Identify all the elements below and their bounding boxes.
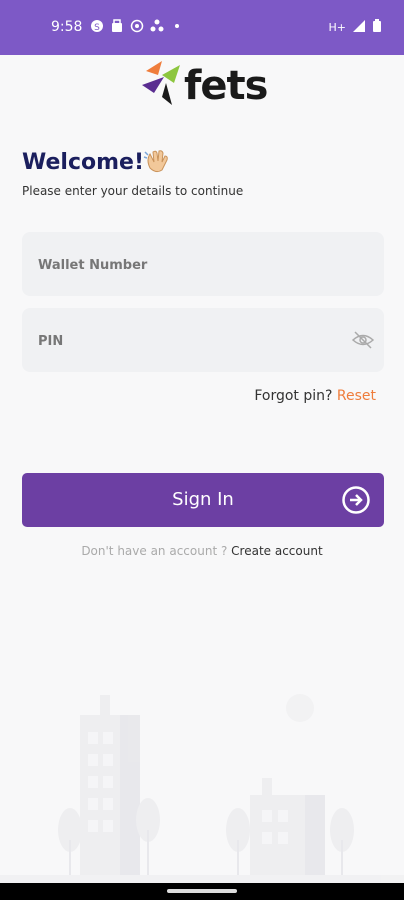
system-navigation-bar [0,883,404,900]
forgot-pin-row: Forgot pin? Reset [254,388,376,404]
signal-icon [352,19,366,36]
dot-icon [170,19,184,33]
wallet-number-field[interactable] [22,232,384,298]
no-account-text: Don't have an account ? [81,544,228,558]
skype-icon: S [90,19,104,33]
fan-icon [150,19,164,33]
battery-icon [372,19,382,36]
welcome-subtitle: Please enter your details to continue [22,184,244,198]
create-account-link[interactable]: Create account [231,544,323,558]
sign-in-button[interactable]: Sign In [22,473,384,527]
sign-in-label: Sign In [172,489,234,510]
home-handle[interactable] [167,889,237,893]
fets-logo: fets [140,55,270,110]
forgot-pin-text: Forgot pin? [254,388,333,404]
reset-link[interactable]: Reset [337,388,376,404]
status-bar: 9:58 S H+ [0,0,404,55]
bag-icon [110,19,124,33]
svg-text:S: S [94,23,100,33]
arrow-right-circle-icon [342,486,370,518]
network-type: H+ [328,21,347,34]
logo-wordmark: fets [184,63,268,109]
create-account-row: Don't have an account ? Create account [0,544,404,558]
wallet-number-input[interactable] [36,232,340,298]
notification-icons: S [90,19,184,33]
pin-input[interactable] [36,308,340,374]
city-illustration [0,694,404,890]
eye-off-icon[interactable] [351,330,375,354]
pin-field[interactable] [22,308,384,374]
system-status: H+ [329,19,383,36]
status-time: 9:58 [51,19,83,35]
welcome-title: Welcome! [22,150,144,175]
whatsapp-icon [130,19,144,33]
wave-hand-icon [142,146,170,178]
